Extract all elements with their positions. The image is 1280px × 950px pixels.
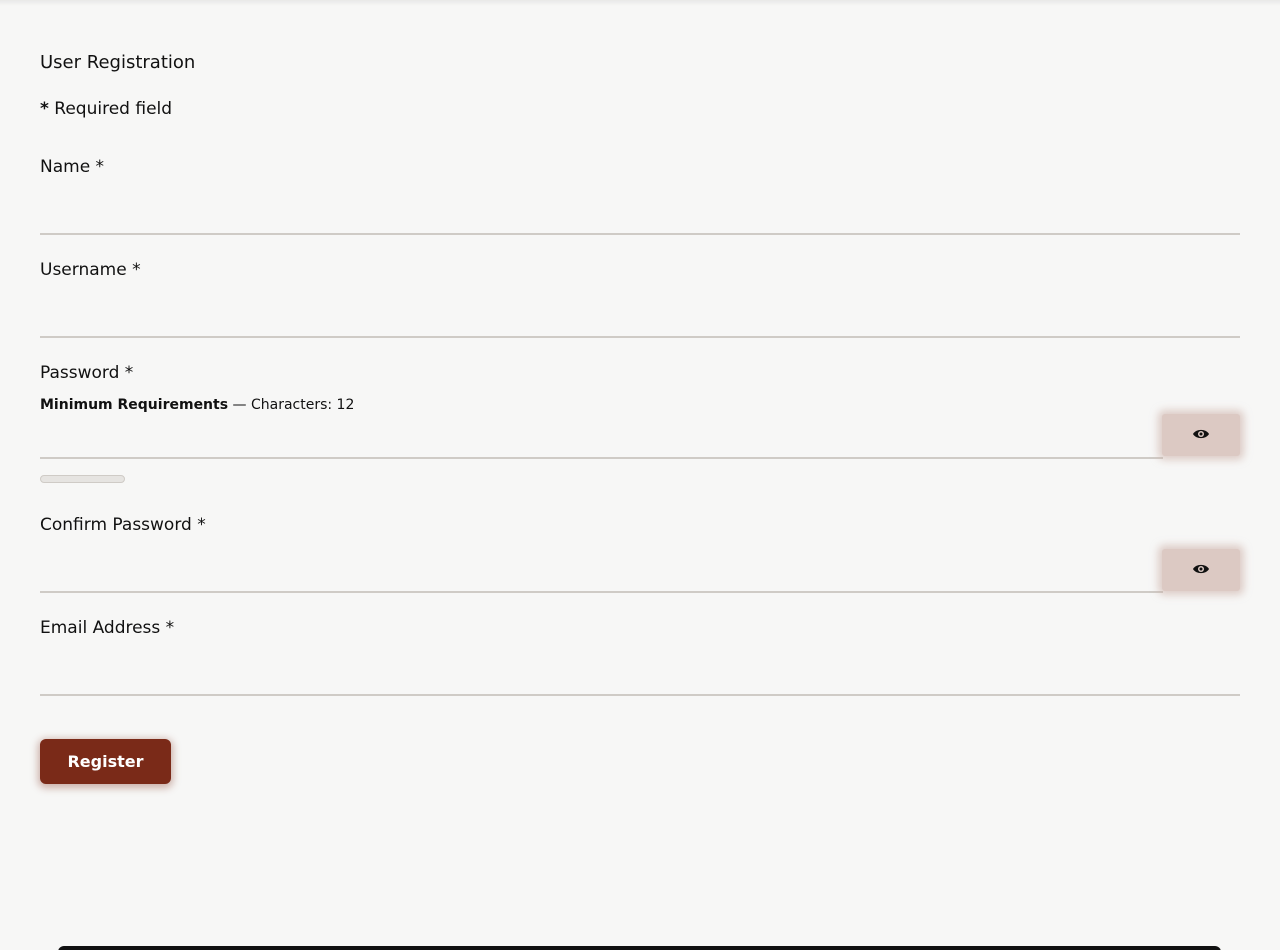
password-label: Password * <box>40 363 134 383</box>
password-field: Password * Minimum Requirements — Charac… <box>40 363 1240 483</box>
confirm-password-input[interactable] <box>40 535 1163 593</box>
eye-icon <box>1192 428 1210 443</box>
name-field: Name * <box>40 157 1240 235</box>
register-button[interactable]: Register <box>40 739 171 784</box>
username-field: Username * <box>40 260 1240 338</box>
show-confirm-password-button[interactable] <box>1162 549 1240 591</box>
bottom-bar <box>58 946 1221 950</box>
password-strength-meter <box>40 475 125 483</box>
registration-page: User Registration * Required field Name … <box>0 0 1280 950</box>
username-input[interactable] <box>40 280 1240 338</box>
required-field-note: * Required field <box>40 99 172 119</box>
page-title: User Registration <box>40 52 196 73</box>
confirm-password-input-row <box>40 535 1240 593</box>
password-requirements: Minimum Requirements — Characters: 12 <box>40 397 1240 413</box>
email-field: Email Address * <box>40 618 1240 696</box>
required-star: * <box>40 99 49 119</box>
show-password-button[interactable] <box>1162 414 1240 456</box>
email-input[interactable] <box>40 638 1240 696</box>
top-shadow <box>0 0 1280 6</box>
required-text: Required field <box>54 99 173 119</box>
password-input-row <box>40 413 1240 459</box>
eye-icon <box>1192 563 1210 578</box>
confirm-password-field: Confirm Password * <box>40 515 1240 593</box>
confirm-password-label: Confirm Password * <box>40 515 206 535</box>
name-input[interactable] <box>40 177 1240 235</box>
username-label: Username * <box>40 260 141 280</box>
email-label: Email Address * <box>40 618 175 638</box>
requirements-title: Minimum Requirements <box>40 397 229 413</box>
password-input[interactable] <box>40 413 1163 459</box>
name-label: Name * <box>40 157 105 177</box>
requirements-detail: — Characters: 12 <box>228 397 355 413</box>
